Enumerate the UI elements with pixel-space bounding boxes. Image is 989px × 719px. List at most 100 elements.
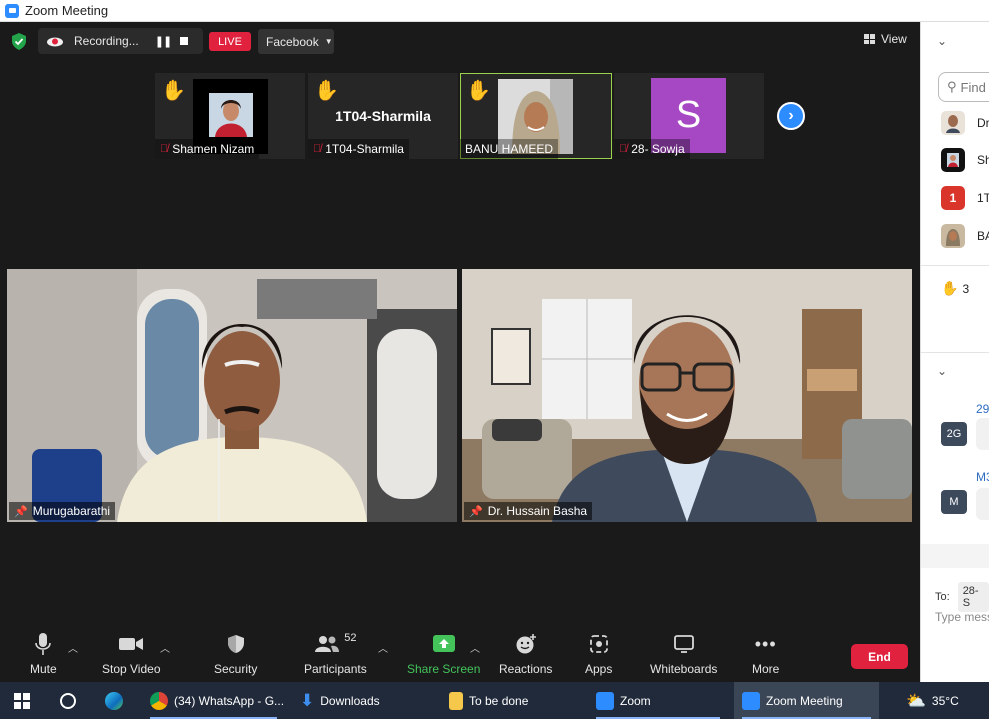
participant-search-input[interactable]: ⚲ Find xyxy=(938,72,989,102)
thumbnail-28-sowja[interactable]: S 🎙̸ 28- Sowja xyxy=(614,73,764,159)
participant-row[interactable]: BA xyxy=(941,224,989,248)
chat-bubble xyxy=(976,418,989,450)
chat-avatar: 2G xyxy=(941,422,967,446)
end-meeting-button[interactable]: End xyxy=(851,644,908,669)
thumbnail-shamen-nizam[interactable]: ✋ 🎙̸ Shamen Nizam xyxy=(155,73,305,159)
search-button[interactable] xyxy=(52,682,84,719)
recording-indicator: Recording... ❚❚ xyxy=(38,28,203,54)
reactions-label: Reactions xyxy=(499,662,553,676)
participant-name: Dr. Hussain Basha xyxy=(487,504,588,518)
recipient-dropdown[interactable]: 28- S xyxy=(957,582,989,612)
video-feed xyxy=(462,269,912,522)
divider xyxy=(921,265,989,266)
taskbar-item-downloads[interactable]: ⬇ Downloads xyxy=(292,682,435,719)
recording-label: Recording... xyxy=(74,34,139,48)
muted-mic-icon: 🎙̸ xyxy=(313,143,322,155)
title-bar: Zoom Meeting xyxy=(0,0,989,22)
taskbar-item-to-be-done[interactable]: To be done xyxy=(441,682,581,719)
raised-hand-icon: ✋ xyxy=(466,80,491,102)
video-options-chevron-icon[interactable]: ︿ xyxy=(160,640,170,655)
whiteboards-button[interactable]: Whiteboards xyxy=(650,630,717,676)
chat-message: M xyxy=(941,490,967,514)
video-camera-icon xyxy=(119,638,144,650)
chat-bubble xyxy=(976,488,989,520)
live-badge[interactable]: LIVE xyxy=(209,32,251,51)
stop-video-button[interactable]: Stop Video xyxy=(102,630,161,676)
participant-photo-icon xyxy=(946,115,960,133)
temperature: 35°C xyxy=(931,693,959,708)
participant-row[interactable]: Dr xyxy=(941,111,989,135)
zoom-icon xyxy=(742,691,760,710)
taskbar-item-zoom-meeting[interactable]: Zoom Meeting xyxy=(734,682,879,719)
whiteboard-icon xyxy=(673,635,694,653)
more-dots-icon: ••• xyxy=(754,633,777,654)
participant-row[interactable]: Sh xyxy=(941,148,989,172)
encryption-shield-icon[interactable] xyxy=(11,33,27,50)
mute-button[interactable]: Mute xyxy=(30,630,57,676)
next-page-button[interactable]: › xyxy=(777,102,805,130)
participant-row[interactable]: 1 1T xyxy=(941,186,989,210)
participant-name: BANU HAMEED xyxy=(465,142,554,156)
view-label: View xyxy=(881,32,907,46)
participants-icon xyxy=(315,636,340,652)
chevron-right-icon: › xyxy=(788,107,794,124)
window-title: Zoom Meeting xyxy=(25,3,109,18)
collapse-chat-chevron-icon[interactable]: ⌄ xyxy=(937,364,947,378)
weather-widget[interactable]: ⛅ 35°C xyxy=(898,682,989,719)
stream-target-dropdown[interactable]: Facebook ▼ xyxy=(258,29,334,54)
search-circle-icon xyxy=(60,692,76,709)
microphone-icon xyxy=(35,633,52,655)
participants-label: Participants xyxy=(304,662,367,676)
taskbar-label: Zoom Meeting xyxy=(766,693,843,708)
video-tile-hussain-basha[interactable]: 📌 Dr. Hussain Basha xyxy=(462,269,912,522)
video-name-label: 📌 Dr. Hussain Basha xyxy=(464,502,593,520)
view-button[interactable]: View xyxy=(864,32,907,46)
mute-options-chevron-icon[interactable]: ︿ xyxy=(68,640,78,655)
start-button[interactable] xyxy=(6,682,38,719)
taskbar-label: Downloads xyxy=(320,693,380,708)
thumbnail-1t04-sharmila[interactable]: ✋ 1T04-Sharmila 🎙̸ 1T04-Sharmila xyxy=(308,73,458,159)
pause-recording-icon[interactable]: ❚❚ xyxy=(154,35,172,48)
security-shield-icon xyxy=(227,635,244,653)
pin-icon: 📌 xyxy=(469,505,483,518)
video-tile-murugabarathi[interactable]: 📌 Murugabarathi xyxy=(7,269,457,522)
meeting-toolbar: Mute ︿ Stop Video ︿ Security 52 Particip… xyxy=(0,626,920,682)
participants-options-chevron-icon[interactable]: ︿ xyxy=(378,640,388,655)
participant-photo-icon xyxy=(947,153,959,167)
apps-button[interactable]: Apps xyxy=(585,630,612,676)
collapse-participants-chevron-icon[interactable]: ⌄ xyxy=(937,34,947,48)
participant-name-label: BANU HAMEED xyxy=(460,139,559,159)
participant-display-name: 1T04-Sharmila xyxy=(335,108,431,124)
windows-taskbar: (34) WhatsApp - G... ⬇ Downloads To be d… xyxy=(0,682,989,719)
folder-icon xyxy=(449,691,463,710)
share-options-chevron-icon[interactable]: ︿ xyxy=(470,640,480,655)
participants-count: 52 xyxy=(344,632,357,644)
side-panel: ⌄ ⚲ Find Dr Sh 1 1T BA xyxy=(920,22,989,682)
stream-target-label: Facebook xyxy=(266,34,319,49)
stop-recording-icon[interactable] xyxy=(180,37,188,45)
thumbnail-banu-hameed[interactable]: ✋ BANU HAMEED xyxy=(460,73,612,159)
more-label: More xyxy=(752,662,780,676)
security-button[interactable]: Security xyxy=(214,630,257,676)
participant-avatar xyxy=(941,224,965,248)
taskbar-edge[interactable] xyxy=(97,682,133,719)
participant-photo-icon xyxy=(946,229,960,246)
security-label: Security xyxy=(214,662,258,676)
grid-view-icon xyxy=(864,34,875,44)
taskbar-item-whatsapp[interactable]: (34) WhatsApp - G... xyxy=(142,682,285,719)
video-name-label: 📌 Murugabarathi xyxy=(9,502,116,520)
chat-sender-name: M3 xyxy=(976,470,989,484)
taskbar-item-zoom[interactable]: Zoom xyxy=(588,682,728,719)
divider xyxy=(921,352,989,353)
meeting-area: Recording... ❚❚ LIVE Facebook ▼ View ✋ 🎙… xyxy=(0,22,920,682)
more-button[interactable]: ••• More xyxy=(752,630,780,677)
chevron-down-icon: ▼ xyxy=(324,37,333,46)
reactions-button[interactable]: Reactions xyxy=(499,630,552,676)
weather-sun-cloud-icon: ⛅ xyxy=(906,692,926,710)
participant-name: 1T04-Sharmila xyxy=(325,142,404,156)
participant-name: Dr xyxy=(977,116,989,130)
participants-button[interactable]: 52 Participants xyxy=(304,630,367,676)
participant-avatar xyxy=(941,111,965,135)
raised-hand-icon: ✋ xyxy=(314,80,339,102)
chat-message-input[interactable]: Type mess xyxy=(935,610,989,624)
